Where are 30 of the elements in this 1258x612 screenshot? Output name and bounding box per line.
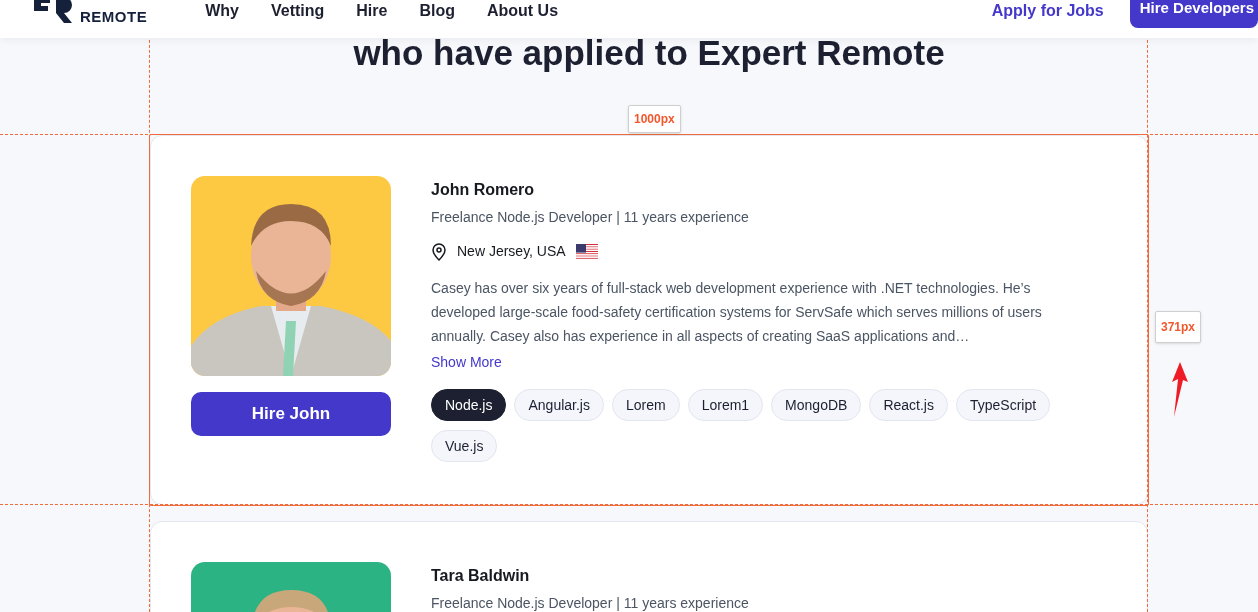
arrow-icon (1171, 362, 1189, 418)
height-measure-label: 371px (1155, 311, 1202, 343)
apply-link[interactable]: Apply for Jobs (991, 1, 1104, 21)
skill-tag[interactable]: TypeScript (955, 389, 1051, 421)
location-text: New Jersey, USA (457, 242, 566, 261)
skill-tag[interactable]: React.js (869, 389, 948, 421)
skill-tag[interactable]: MongoDB (771, 389, 862, 421)
show-more-link[interactable]: Show More (431, 352, 502, 373)
candidate-description: Casey has over six years of full-stack web development experience with .NET technologies. He’s developed large-scale food-safety certification systems for ServSafe which serves millions of users annually. Casey also has experience in all aspects of creating SaaS applications and… (431, 279, 1043, 346)
hire-developers-button[interactable]: Hire Developers (1129, 0, 1258, 28)
skill-tag[interactable]: Vue.js (431, 430, 498, 462)
logo-icon (34, 0, 74, 24)
skill-tag[interactable]: Angular.js (514, 389, 604, 421)
candidate-title: Freelance Node.js Developer | 11 years experience (431, 208, 750, 227)
nav-link[interactable]: Vetting (270, 1, 325, 21)
skill-tag[interactable]: Node.js (431, 389, 507, 421)
width-measure-label: 1000px (628, 105, 681, 133)
nav-link[interactable]: Hire (356, 1, 388, 21)
candidate-name: Tara Baldwin (431, 566, 531, 586)
nav-link[interactable]: Blog (419, 1, 455, 21)
flag-icon (575, 243, 598, 260)
skill-tag[interactable]: Lorem (611, 389, 680, 421)
skill-tag[interactable]: Lorem1 (687, 389, 764, 421)
hire-button[interactable]: Hire John (191, 392, 391, 436)
nav-link[interactable]: About Us (486, 1, 559, 21)
candidate-title: Freelance Node.js Developer | 11 years experience (431, 594, 750, 612)
logo-text: REMOTE (80, 7, 148, 27)
nav-link[interactable]: Why (205, 1, 239, 21)
location-pin-icon (431, 242, 447, 261)
candidate-name: John Romero (431, 180, 536, 200)
